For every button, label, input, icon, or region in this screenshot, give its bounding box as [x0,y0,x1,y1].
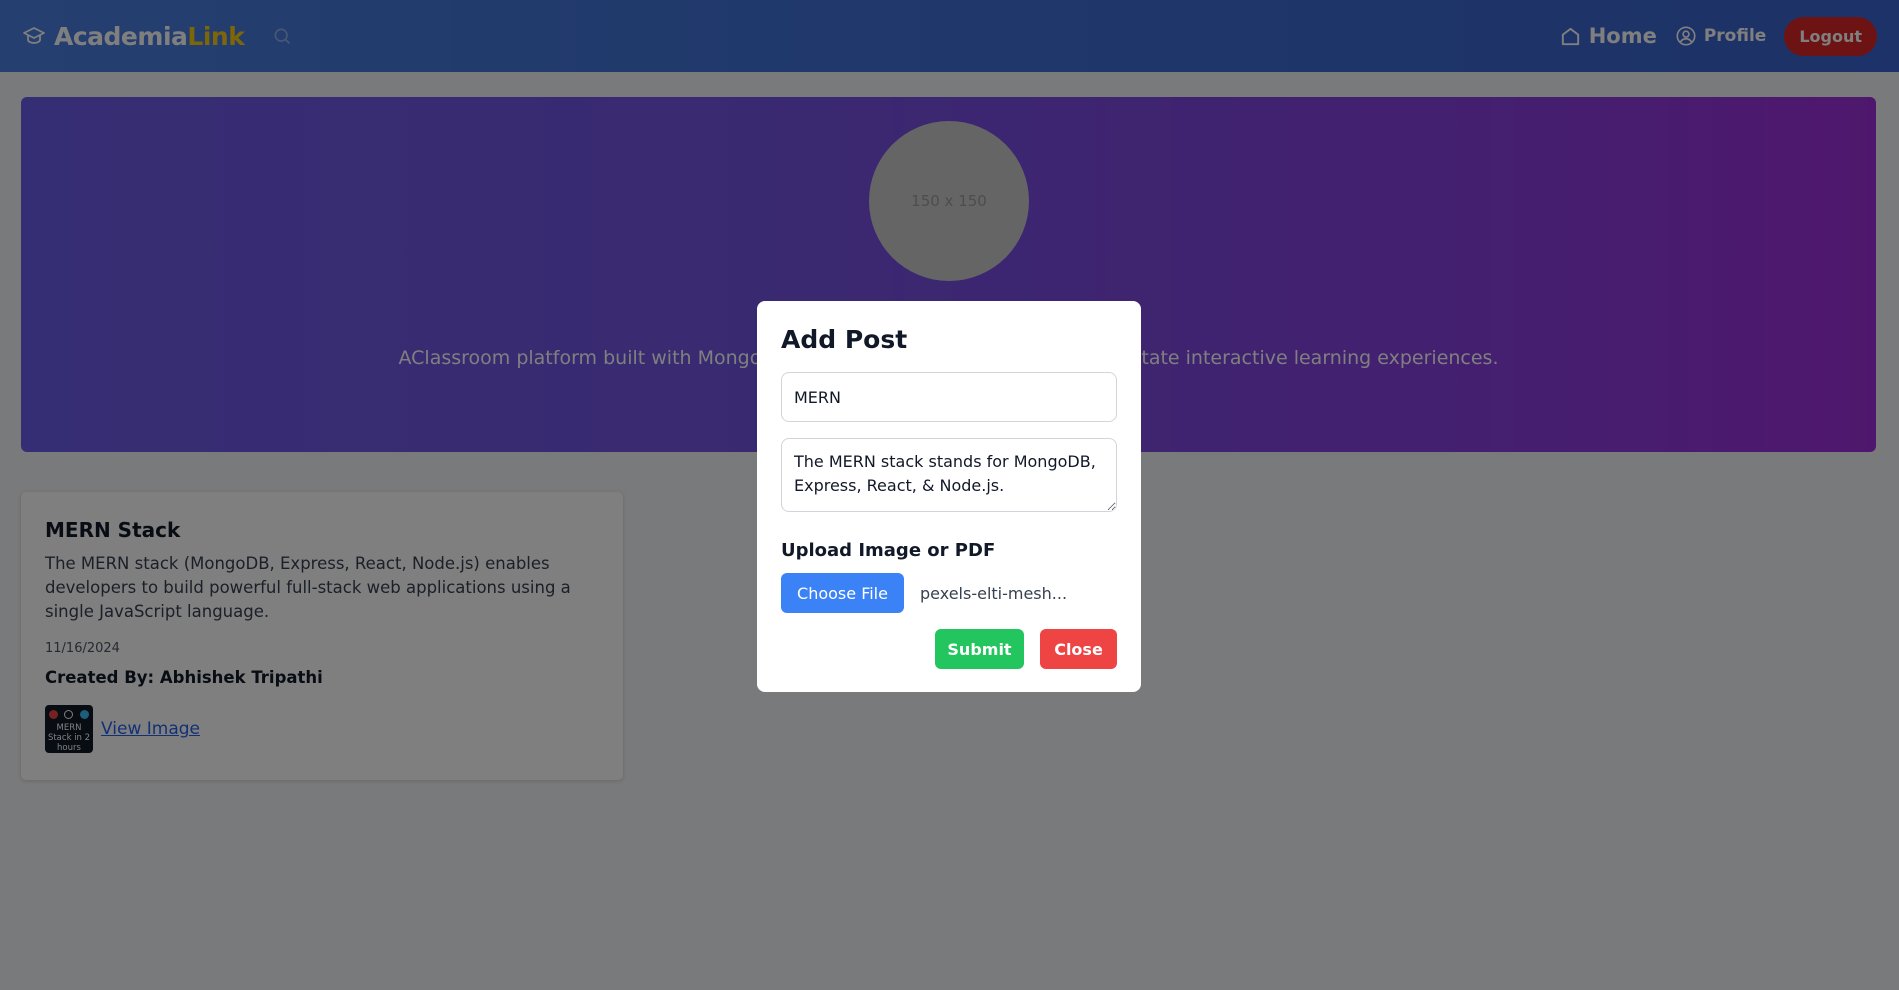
post-description-textarea[interactable]: The MERN stack stands for MongoDB, Expre… [781,438,1117,512]
add-post-modal: Add Post The MERN stack stands for Mongo… [757,301,1141,692]
selected-file-name: pexels-elti-mesh... [920,583,1068,603]
modal-title: Add Post [781,325,908,354]
post-title-input[interactable] [781,372,1117,422]
modal-actions: Submit Close [781,629,1117,669]
submit-button[interactable]: Submit [935,629,1024,669]
choose-file-button[interactable]: Choose File [781,573,904,613]
file-upload-row: Choose File pexels-elti-mesh... [781,573,1117,613]
close-button[interactable]: Close [1040,629,1117,669]
upload-label: Upload Image or PDF [781,540,996,561]
